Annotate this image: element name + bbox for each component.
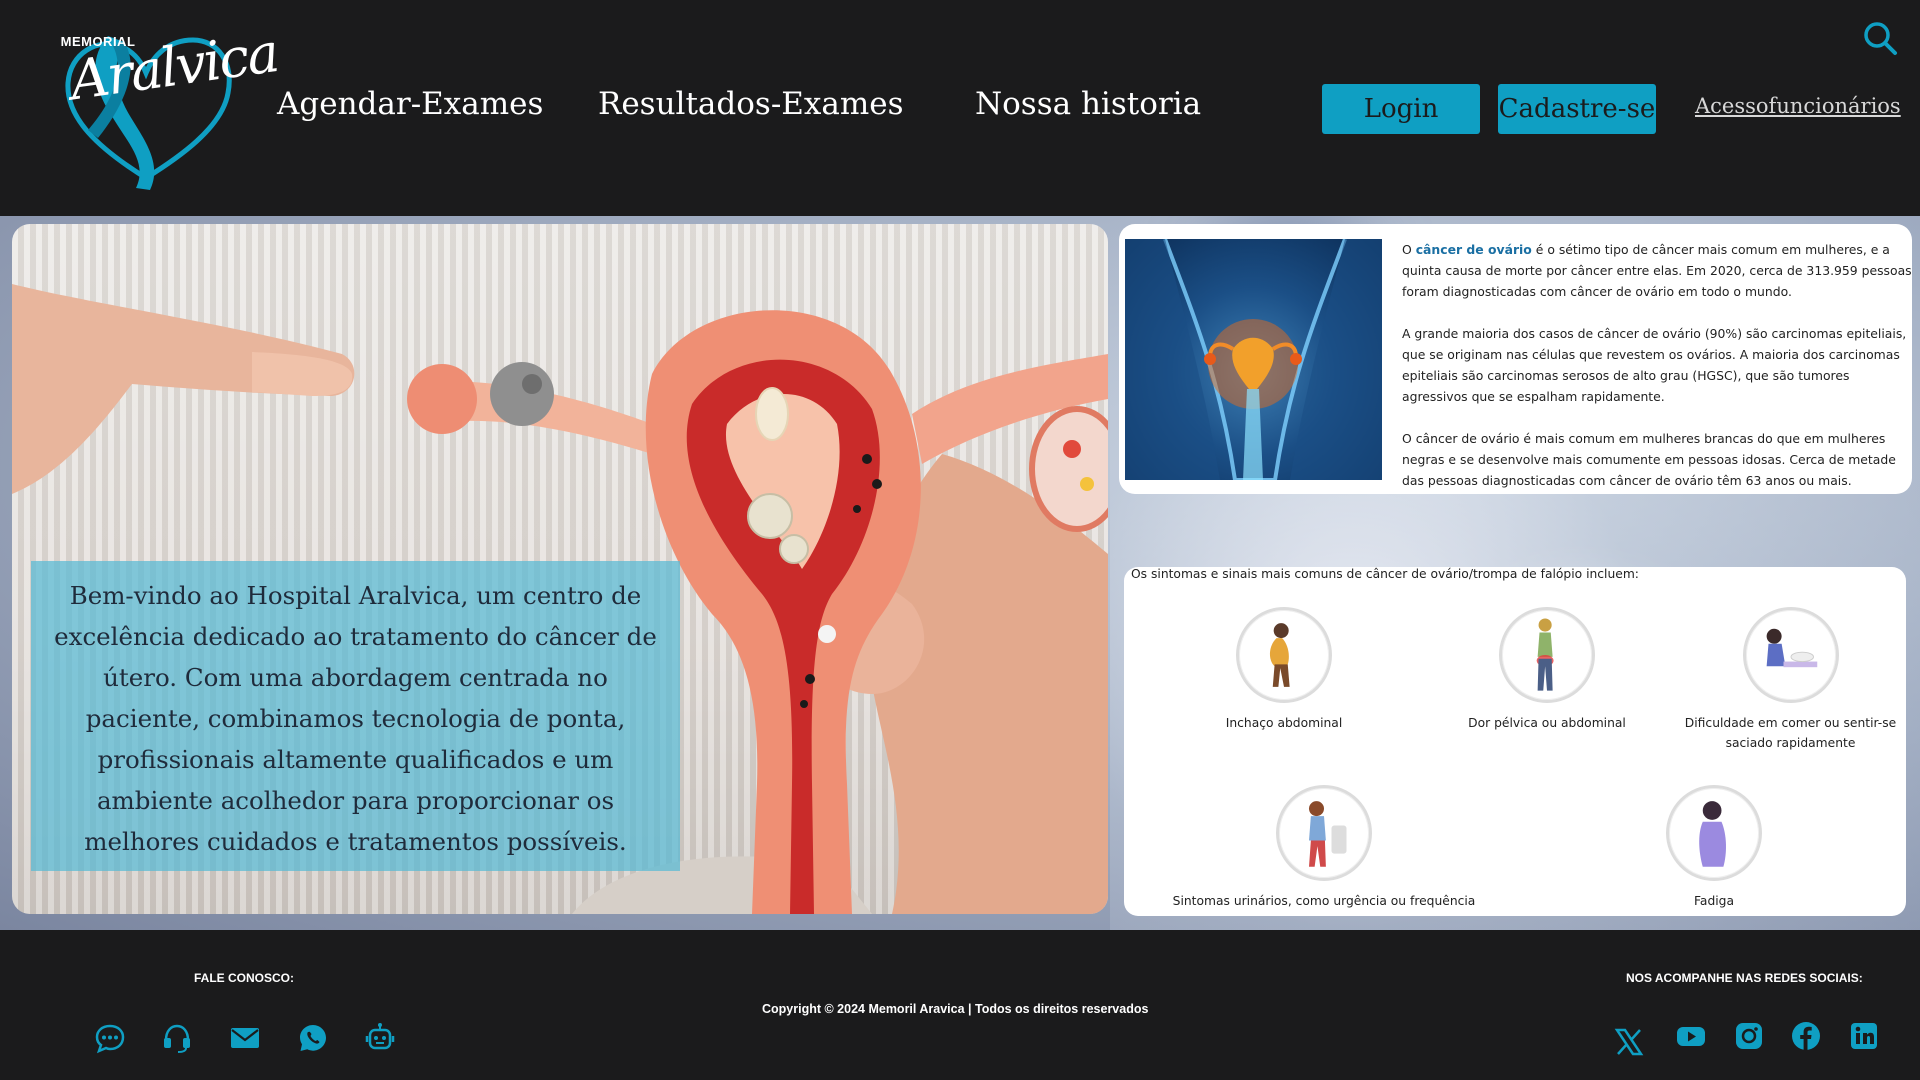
symptoms-card: Os sintomas e sinais mais comuns de cânc… xyxy=(1124,567,1906,916)
staff-access-link[interactable]: Acessofuncionários xyxy=(1695,94,1901,118)
facebook-icon[interactable] xyxy=(1790,1020,1822,1052)
site-footer: FALE CONOSCO: Copyright © 2024 Memoril A… xyxy=(0,930,1920,1080)
linkedin-icon[interactable] xyxy=(1848,1020,1880,1052)
signup-button[interactable]: Cadastre-se xyxy=(1498,84,1656,134)
symptom-label: Fadiga xyxy=(1693,894,1735,908)
symptom-item: Inchaço abdominal xyxy=(1184,607,1384,733)
chat-icon[interactable] xyxy=(94,1022,126,1054)
symptom-item: Dificuldade em comer ou sentir-se saciad… xyxy=(1678,607,1903,753)
symptom-item: Dor pélvica ou abdominal xyxy=(1447,607,1647,733)
nav-agendar-exames[interactable]: Agendar-Exames xyxy=(277,86,543,122)
info-text: O câncer de ovário é o sétimo tipo de câ… xyxy=(1402,239,1912,494)
headset-icon[interactable] xyxy=(161,1022,193,1054)
info-paragraph: O câncer de ovário é mais comum em mulhe… xyxy=(1402,431,1896,488)
welcome-box: Bem-vindo ao Hospital Aralvica, um centr… xyxy=(31,561,680,871)
social-label: NOS ACOMPANHE NAS REDES SOCIAIS: xyxy=(1626,971,1863,985)
symptom-item: Sintomas urinários, como urgência ou fre… xyxy=(1164,785,1484,911)
x-twitter-icon[interactable] xyxy=(1613,1026,1645,1058)
contact-label: FALE CONOSCO: xyxy=(194,971,295,985)
symptoms-title: Os sintomas e sinais mais comuns de cânc… xyxy=(1131,567,1639,581)
nav-resultados-exames[interactable]: Resultados-Exames xyxy=(598,86,904,122)
symptom-label: Dor pélvica ou abdominal xyxy=(1468,716,1626,730)
symptom-label: Dificuldade em comer ou sentir-se saciad… xyxy=(1684,716,1897,750)
urinary-symptoms-icon xyxy=(1276,785,1372,881)
copyright-text: Copyright © 2024 Memoril Aravica | Todos… xyxy=(762,1002,1149,1016)
mail-icon[interactable] xyxy=(229,1022,261,1054)
abdominal-bloating-icon xyxy=(1236,607,1332,703)
ovarian-cancer-info-card: O câncer de ovário é o sétimo tipo de câ… xyxy=(1119,224,1912,494)
main-content: Bem-vindo ao Hospital Aralvica, um centr… xyxy=(0,216,1920,930)
youtube-icon[interactable] xyxy=(1675,1020,1707,1052)
nav-nossa-historia[interactable]: Nossa historia xyxy=(975,86,1201,122)
site-header: MEMORIAL Aralvica Agendar-Exames Resulta… xyxy=(0,0,1920,216)
symptom-label: Inchaço abdominal xyxy=(1225,716,1343,730)
whatsapp-icon[interactable] xyxy=(297,1022,329,1054)
info-p1-prefix: O xyxy=(1402,242,1416,257)
instagram-icon[interactable] xyxy=(1733,1020,1765,1052)
anatomy-image xyxy=(1125,239,1382,480)
fatigue-icon xyxy=(1666,785,1762,881)
hero-image: Bem-vindo ao Hospital Aralvica, um centr… xyxy=(12,224,1108,914)
login-button[interactable]: Login xyxy=(1322,84,1480,134)
info-paragraph: O câncer de ovário é o sétimo tipo de câ… xyxy=(1402,239,1912,302)
ovarian-cancer-highlight: câncer de ovário xyxy=(1415,242,1532,257)
robot-icon[interactable] xyxy=(364,1022,396,1054)
uterus-xray-illustration xyxy=(1125,239,1382,480)
welcome-text: Bem-vindo ao Hospital Aralvica, um centr… xyxy=(54,581,657,856)
search-icon[interactable] xyxy=(1862,20,1898,56)
symptom-label: Sintomas urinários, como urgência ou fre… xyxy=(1172,894,1476,908)
info-paragraph: A grande maioria dos casos de câncer de … xyxy=(1402,326,1907,404)
pelvic-pain-icon xyxy=(1499,607,1595,703)
difficulty-eating-icon xyxy=(1742,607,1839,703)
symptom-item: Fadiga xyxy=(1614,785,1814,911)
